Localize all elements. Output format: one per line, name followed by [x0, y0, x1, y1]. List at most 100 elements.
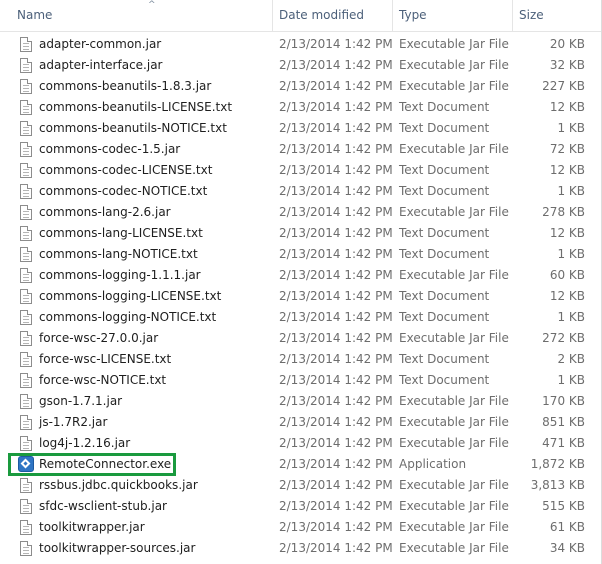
- file-row[interactable]: gson-1.7.1.jar 2/13/2014 1:42 PM Executabl…: [0, 391, 602, 412]
- file-size: 12 KB: [549, 100, 585, 114]
- file-row[interactable]: force-wsc-LICENSE.txt 2/13/2014 1:42 PM Te…: [0, 349, 602, 370]
- file-name: toolkitwrapper.jar: [39, 520, 145, 534]
- file-type: Executable Jar File: [399, 415, 509, 429]
- file-name: sfdc-wsclient-stub.jar: [39, 499, 167, 513]
- file-icon: [20, 373, 33, 389]
- file-type: Text Document: [399, 121, 490, 135]
- file-name: force-wsc-LICENSE.txt: [39, 352, 172, 366]
- file-row[interactable]: commons-codec-NOTICE.txt 2/13/2014 1:42 P…: [0, 181, 602, 202]
- column-header-date[interactable]: Date modified: [273, 0, 393, 31]
- file-date-modified: 2/13/2014 1:42 PM: [279, 289, 393, 303]
- column-header-size-label: Size: [519, 8, 544, 22]
- file-row[interactable]: commons-beanutils-1.8.3.jar 2/13/2014 1:4…: [0, 76, 602, 97]
- file-name: gson-1.7.1.jar: [39, 394, 123, 408]
- file-date-modified: 2/13/2014 1:42 PM: [279, 205, 393, 219]
- file-date-modified: 2/13/2014 1:42 PM: [279, 478, 393, 492]
- file-icon: [20, 289, 33, 305]
- file-name: rssbus.jdbc.quickbooks.jar: [39, 478, 198, 492]
- file-row[interactable]: log4j-1.2.16.jar 2/13/2014 1:42 PM Executa…: [0, 433, 602, 454]
- file-row[interactable]: commons-codec-1.5.jar 2/13/2014 1:42 PM Ex…: [0, 139, 602, 160]
- column-header-type-label: Type: [399, 8, 427, 22]
- file-size: 515 KB: [542, 499, 585, 513]
- file-type: Executable Jar File: [399, 142, 509, 156]
- file-size: 170 KB: [542, 394, 585, 408]
- file-row[interactable]: commons-lang-LICENSE.txt 2/13/2014 1:42 P…: [0, 223, 602, 244]
- file-row[interactable]: force-wsc-27.0.0.jar 2/13/2014 1:42 PM Exe…: [0, 328, 602, 349]
- file-size: 471 KB: [542, 436, 585, 450]
- file-name: commons-logging-1.1.1.jar: [39, 268, 201, 282]
- file-icon: [20, 520, 33, 536]
- file-name: commons-beanutils-1.8.3.jar: [39, 79, 212, 93]
- file-name: commons-beanutils-NOTICE.txt: [39, 121, 227, 135]
- file-row[interactable]: commons-logging-LICENSE.txt 2/13/2014 1:4…: [0, 286, 602, 307]
- file-type: Text Document: [399, 184, 490, 198]
- file-date-modified: 2/13/2014 1:42 PM: [279, 520, 393, 534]
- file-date-modified: 2/13/2014 1:42 PM: [279, 100, 393, 114]
- file-row[interactable]: commons-beanutils-LICENSE.txt 2/13/2014 1…: [0, 97, 602, 118]
- file-size: 1 KB: [557, 373, 585, 387]
- column-header-name[interactable]: Name ^: [11, 0, 273, 31]
- file-type: Executable Jar File: [399, 394, 509, 408]
- file-row[interactable]: rssbus.jdbc.quickbooks.jar 2/13/2014 1:42…: [0, 475, 602, 496]
- file-icon: [20, 268, 33, 284]
- file-icon: [20, 436, 33, 452]
- column-header-bar: Name ^ Date modified Type Size: [0, 0, 602, 32]
- file-size: 2 KB: [557, 352, 585, 366]
- file-date-modified: 2/13/2014 1:42 PM: [279, 247, 393, 261]
- file-date-modified: 2/13/2014 1:42 PM: [279, 415, 393, 429]
- file-size: 12 KB: [549, 226, 585, 240]
- column-header-date-label: Date modified: [279, 8, 365, 22]
- file-date-modified: 2/13/2014 1:42 PM: [279, 226, 393, 240]
- file-row[interactable]: adapter-common.jar 2/13/2014 1:42 PM Execu…: [0, 34, 602, 55]
- file-name: commons-logging-LICENSE.txt: [39, 289, 222, 303]
- file-size: 1 KB: [557, 247, 585, 261]
- file-row[interactable]: sfdc-wsclient-stub.jar 2/13/2014 1:42 PM E…: [0, 496, 602, 517]
- file-type: Application: [399, 457, 467, 471]
- file-type: Text Document: [399, 310, 490, 324]
- file-date-modified: 2/13/2014 1:42 PM: [279, 499, 393, 513]
- file-row[interactable]: force-wsc-NOTICE.txt 2/13/2014 1:42 PM Tex…: [0, 370, 602, 391]
- column-header-type[interactable]: Type: [393, 0, 513, 31]
- file-icon: [20, 79, 33, 95]
- file-size: 20 KB: [549, 37, 585, 51]
- file-size: 1 KB: [557, 310, 585, 324]
- file-name: commons-lang-LICENSE.txt: [39, 226, 203, 240]
- file-size: 1 KB: [557, 184, 585, 198]
- file-type: Text Document: [399, 163, 490, 177]
- file-size: 61 KB: [549, 520, 585, 534]
- file-size: 32 KB: [549, 58, 585, 72]
- file-date-modified: 2/13/2014 1:42 PM: [279, 457, 393, 471]
- file-type: Executable Jar File: [399, 58, 509, 72]
- file-size: 60 KB: [549, 268, 585, 282]
- file-size: 278 KB: [542, 205, 585, 219]
- file-icon: [20, 352, 33, 368]
- file-date-modified: 2/13/2014 1:42 PM: [279, 373, 393, 387]
- file-name: force-wsc-27.0.0.jar: [39, 331, 159, 345]
- file-row[interactable]: js-1.7R2.jar 2/13/2014 1:42 PM Executable …: [0, 412, 602, 433]
- file-type: Executable Jar File: [399, 205, 509, 219]
- file-row[interactable]: commons-lang-NOTICE.txt 2/13/2014 1:42 PM…: [0, 244, 602, 265]
- file-icon: [20, 58, 33, 74]
- file-row[interactable]: commons-lang-2.6.jar 2/13/2014 1:42 PM Exe…: [0, 202, 602, 223]
- file-date-modified: 2/13/2014 1:42 PM: [279, 310, 393, 324]
- file-row[interactable]: adapter-interface.jar 2/13/2014 1:42 PM Ex…: [0, 55, 602, 76]
- file-name: commons-lang-NOTICE.txt: [39, 247, 198, 261]
- file-row[interactable]: commons-logging-1.1.1.jar 2/13/2014 1:42 …: [0, 265, 602, 286]
- file-name: adapter-interface.jar: [39, 58, 163, 72]
- file-size: 851 KB: [542, 415, 585, 429]
- file-icon: [20, 310, 33, 326]
- file-type: Executable Jar File: [399, 37, 509, 51]
- column-header-name-label: Name: [17, 8, 53, 22]
- file-row[interactable]: toolkitwrapper-sources.jar 2/13/2014 1:42…: [0, 538, 602, 559]
- file-name: commons-lang-2.6.jar: [39, 205, 171, 219]
- file-date-modified: 2/13/2014 1:42 PM: [279, 79, 393, 93]
- column-header-size[interactable]: Size: [513, 0, 602, 31]
- file-row[interactable]: commons-logging-NOTICE.txt 2/13/2014 1:42…: [0, 307, 602, 328]
- file-icon: [20, 205, 33, 221]
- file-type: Text Document: [399, 289, 490, 303]
- file-row[interactable]: commons-beanutils-NOTICE.txt 2/13/2014 1:…: [0, 118, 602, 139]
- file-row[interactable]: commons-codec-LICENSE.txt 2/13/2014 1:42 …: [0, 160, 602, 181]
- file-date-modified: 2/13/2014 1:42 PM: [279, 394, 393, 408]
- file-icon: [20, 121, 33, 137]
- file-row[interactable]: toolkitwrapper.jar 2/13/2014 1:42 PM Execu…: [0, 517, 602, 538]
